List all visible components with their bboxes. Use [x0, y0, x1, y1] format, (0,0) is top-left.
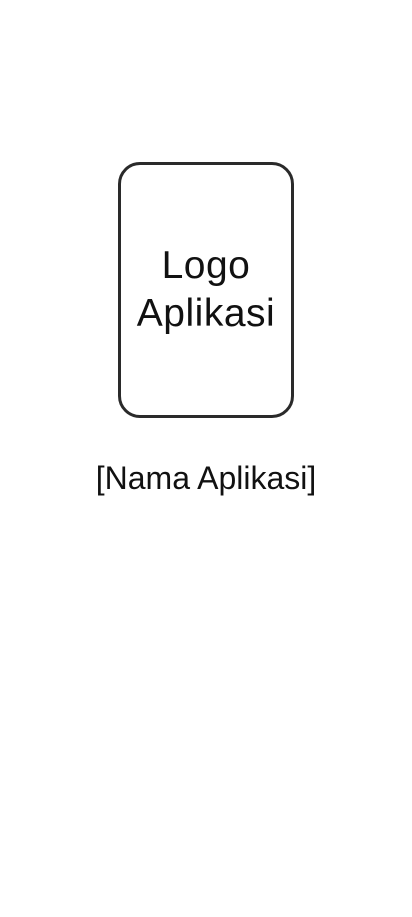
- logo-placeholder-text: Logo Aplikasi: [137, 242, 275, 338]
- splash-screen: Logo Aplikasi [Nama Aplikasi]: [0, 0, 412, 917]
- logo-text-line-2: Aplikasi: [136, 292, 276, 335]
- logo-text-line-1: Logo: [161, 244, 251, 287]
- app-name-label: [Nama Aplikasi]: [95, 460, 317, 496]
- app-logo-placeholder: Logo Aplikasi: [118, 162, 294, 418]
